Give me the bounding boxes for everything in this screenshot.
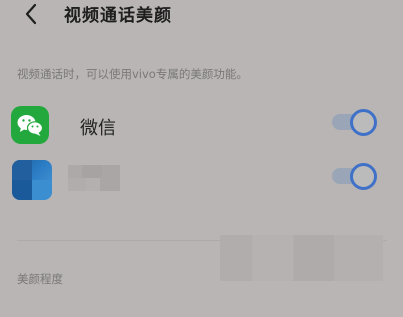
beauty-level-label: 美颜程度 (17, 272, 63, 286)
toggle-knob (350, 109, 377, 136)
toggle-knob (350, 163, 377, 190)
app-beauty-toggle[interactable] (332, 162, 378, 190)
description-text: 视频通话时，可以使用vivo专属的美颜功能。 (17, 67, 248, 81)
page-title: 视频通话美颜 (64, 6, 172, 26)
app-name-blurred (68, 165, 120, 191)
app-icon (12, 160, 52, 200)
wechat-icon (11, 106, 49, 144)
back-icon[interactable] (22, 2, 42, 26)
app-row-wechat: 微信 (0, 102, 403, 148)
app-name-wechat: 微信 (80, 118, 116, 139)
header: 视频通话美颜 (0, 0, 403, 30)
app-row-blurred (0, 156, 403, 202)
wechat-beauty-toggle[interactable] (332, 108, 378, 136)
blurred-region (220, 235, 383, 281)
